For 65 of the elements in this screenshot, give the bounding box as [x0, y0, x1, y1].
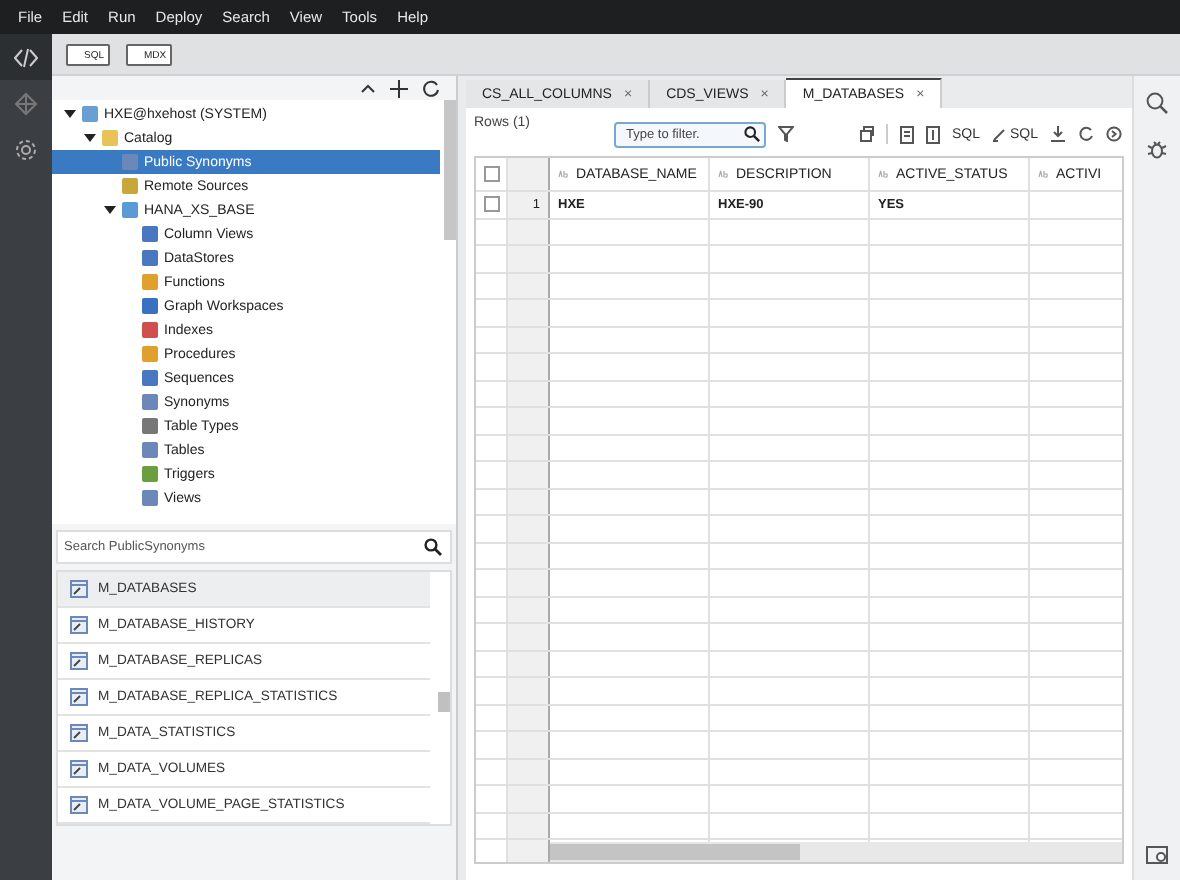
row-number-cell [508, 408, 550, 433]
row-number-cell [508, 759, 550, 784]
row-number-cell [508, 273, 550, 298]
row-number-cell [508, 246, 550, 271]
document-icon[interactable] [900, 125, 914, 143]
search-icon [744, 126, 760, 142]
row-number-cell [508, 489, 550, 514]
text-type-icon [718, 170, 728, 178]
row-number-cell [508, 300, 550, 325]
search-icon[interactable] [1146, 92, 1168, 114]
download-icon[interactable] [1050, 126, 1067, 142]
row-number-cell [508, 570, 550, 595]
row-number-cell [508, 813, 550, 838]
row-number-cell [508, 786, 550, 811]
select-all-checkbox[interactable] [483, 166, 499, 182]
row-number-cell [508, 354, 550, 379]
row-number-cell [508, 327, 550, 352]
forward-icon[interactable] [1106, 126, 1123, 142]
console-icon[interactable] [1146, 846, 1168, 864]
expand-arrow-icon[interactable] [84, 132, 96, 144]
search-icon [424, 538, 442, 556]
expand-arrow-icon[interactable] [104, 204, 116, 216]
bug-icon[interactable] [1146, 138, 1168, 160]
synonym-icon [70, 688, 88, 706]
row-number-cell [508, 158, 550, 190]
row-number-cell [508, 624, 550, 649]
text-type-icon [558, 170, 568, 178]
row-number-cell [508, 597, 550, 622]
synonym-icon [70, 796, 88, 814]
scrollbar[interactable] [550, 844, 800, 860]
pencil-icon [992, 127, 1007, 141]
text-type-icon [878, 170, 888, 178]
synonym-icon [70, 724, 88, 742]
row-number-cell [508, 651, 550, 676]
activity-button[interactable] [0, 34, 52, 80]
row-checkbox[interactable] [483, 196, 499, 213]
row-number-cell [508, 678, 550, 703]
database-icon [82, 106, 98, 122]
collapse-icon[interactable] [360, 82, 376, 94]
settings-icon [14, 137, 38, 161]
add-icon[interactable] [390, 79, 408, 97]
row-number-cell [508, 705, 550, 730]
filter-icon[interactable] [778, 126, 794, 142]
refresh-icon[interactable] [1078, 126, 1095, 142]
row-number-cell [508, 732, 550, 757]
row-number-cell [508, 435, 550, 460]
synonym-icon [70, 760, 88, 778]
synonym-icon [70, 652, 88, 670]
refresh-icon[interactable] [422, 79, 440, 97]
expand-arrow-icon[interactable] [64, 108, 76, 120]
row-number-cell [508, 516, 550, 541]
row-number-cell [508, 543, 550, 568]
network-icon [14, 91, 38, 115]
scrollbar[interactable] [438, 692, 450, 712]
scrollbar[interactable] [444, 100, 456, 240]
row-number-cell [508, 219, 550, 244]
info-icon[interactable] [926, 125, 940, 143]
row-number-cell [508, 381, 550, 406]
code-icon [14, 47, 38, 67]
folder-icon [102, 130, 118, 146]
synonym-icon [70, 580, 88, 598]
row-number-cell [508, 462, 550, 487]
copy-icon[interactable] [858, 126, 874, 142]
text-type-icon [1038, 170, 1048, 178]
synonym-icon [70, 616, 88, 634]
